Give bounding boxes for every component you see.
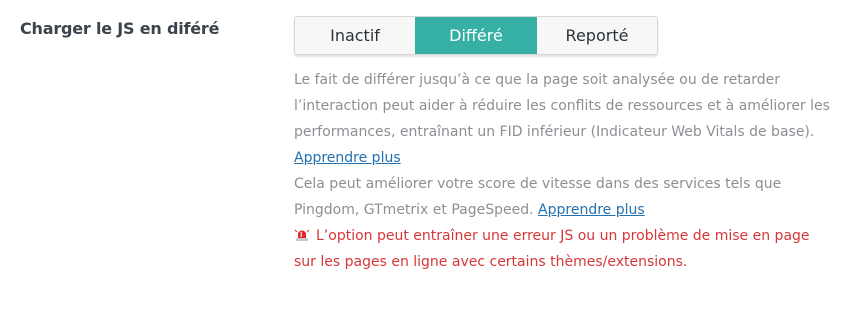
warning-message: L’option peut entraîner une erreur JS ou… bbox=[294, 223, 834, 275]
load-js-deferred-switcher: Inactif Différé Reporté bbox=[294, 16, 658, 55]
option-differe-button[interactable]: Différé bbox=[415, 17, 537, 54]
option-inactif-button[interactable]: Inactif bbox=[295, 17, 415, 54]
learn-more-link-2[interactable]: Apprendre plus bbox=[538, 202, 645, 218]
option-reporte-button[interactable]: Reporté bbox=[537, 17, 657, 54]
setting-label: Charger le JS en diféré bbox=[20, 19, 220, 38]
setting-description: Le fait de différer jusqu’à ce que la pa… bbox=[294, 67, 834, 275]
warning-text: L’option peut entraîner une erreur JS ou… bbox=[294, 228, 810, 270]
learn-more-link-1[interactable]: Apprendre plus bbox=[294, 150, 401, 166]
description-text-1: Le fait de différer jusqu’à ce que la pa… bbox=[294, 72, 830, 140]
warning-siren-icon bbox=[294, 224, 310, 241]
